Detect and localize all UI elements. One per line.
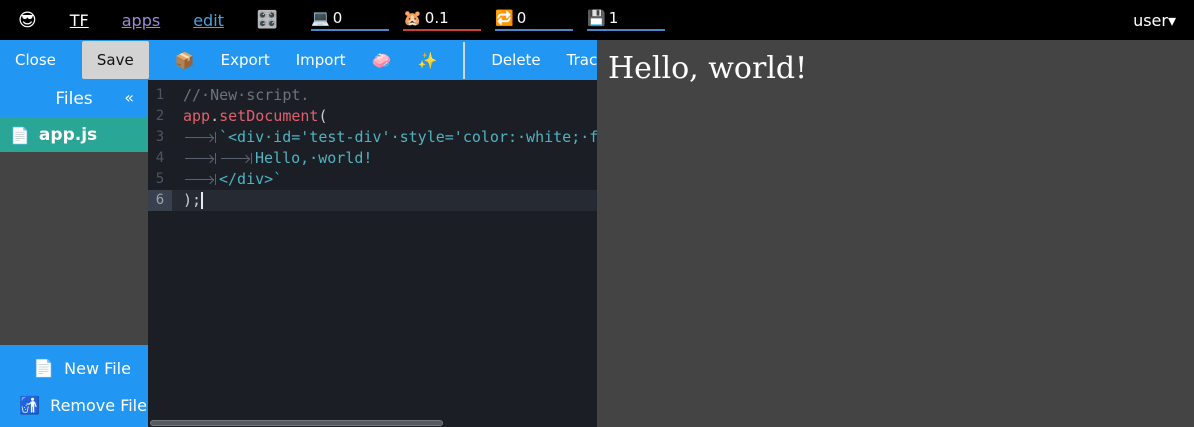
package-icon: 📦 — [175, 51, 195, 70]
code-token: //·New·script. — [183, 86, 309, 104]
remove-file-button[interactable]: 🚮 Remove File — [0, 387, 148, 424]
code-token: `<div·id='test-div'·style='color:·white;… — [219, 128, 597, 146]
collapse-sidebar-button[interactable]: « — [124, 88, 134, 107]
topbar: 😎 TF apps edit 🎛️ 💻 0 🐹 0.1 🔁 0 💾 1 user… — [0, 0, 1194, 40]
stat-floppy: 💾 1 — [587, 9, 665, 31]
stat-hamster-value: 0.1 — [425, 9, 449, 27]
stat-hamster: 🐹 0.1 — [403, 9, 481, 31]
editor-app: Close Save 📦 Export Import 🧼 ✨ Delete Tr… — [0, 40, 597, 427]
sparkles-button[interactable]: ✨ — [417, 51, 437, 70]
sidebar-empty-area — [0, 152, 148, 345]
horizontal-scrollbar[interactable] — [148, 418, 597, 427]
tab-icon — [183, 169, 219, 190]
code-token: . — [210, 107, 219, 125]
text-cursor — [201, 192, 203, 209]
editor-line[interactable]: 4 Hello,·world! — [148, 148, 597, 169]
line-number: 1 — [148, 85, 172, 106]
line-number: 3 — [148, 127, 172, 148]
soap-icon: 🧼 — [372, 51, 392, 70]
laptop-icon: 💻 — [311, 9, 330, 27]
line-number: 4 — [148, 148, 172, 169]
code-token: Hello,·world! — [255, 149, 372, 167]
status-meters: 💻 0 🐹 0.1 🔁 0 💾 1 — [311, 9, 665, 31]
repeat-icon: 🔁 — [495, 9, 514, 27]
smiley-sunglasses-icon[interactable]: 😎 — [18, 10, 37, 31]
new-file-button[interactable]: 📄 New File — [0, 350, 148, 387]
file-icon: 📄 — [10, 126, 30, 145]
files-panel: Files « 📄 app.js 📄 New File 🚮 Remove Fil… — [0, 80, 148, 427]
stat-repeat: 🔁 0 — [495, 9, 573, 31]
stat-laptop: 💻 0 — [311, 9, 389, 31]
remove-file-label: Remove File — [50, 396, 147, 415]
package-button[interactable]: 📦 — [175, 51, 195, 70]
file-actions: 📄 New File 🚮 Remove File — [0, 345, 148, 427]
files-header: Files « — [0, 80, 148, 118]
code-token: app — [183, 107, 210, 125]
editor-line[interactable]: 2 app.setDocument( — [148, 106, 597, 127]
soap-button[interactable]: 🧼 — [372, 51, 392, 70]
editor-line[interactable]: 1 //·New·script. — [148, 85, 597, 106]
editor-line-active[interactable]: 6 ); — [148, 190, 597, 211]
save-button[interactable]: Save — [82, 41, 149, 79]
preview-panel: Hello, world! — [597, 40, 1194, 427]
control-knobs-icon[interactable]: 🎛️ — [257, 10, 278, 30]
tab-icon — [183, 148, 219, 169]
line-number: 2 — [148, 106, 172, 127]
user-menu[interactable]: user▾ — [1133, 11, 1176, 30]
tab-icon — [183, 127, 219, 148]
new-file-label: New File — [64, 359, 131, 378]
blank-button[interactable] — [463, 42, 465, 79]
sparkles-icon: ✨ — [417, 51, 437, 70]
editor-line[interactable]: 3 `<div·id='test-div'·style='color:·whit… — [148, 127, 597, 148]
close-button[interactable]: Close — [15, 51, 56, 69]
hamster-icon: 🐹 — [403, 9, 422, 27]
remove-file-icon: 🚮 — [19, 396, 40, 416]
nav-link-apps[interactable]: apps — [122, 11, 160, 30]
stat-floppy-value: 1 — [609, 9, 619, 27]
toolbar: Close Save 📦 Export Import 🧼 ✨ Delete Tr… — [0, 40, 597, 80]
tab-icon — [219, 148, 255, 169]
code-editor[interactable]: 1 //·New·script. 2 app.setDocument( 3 `<… — [148, 80, 597, 427]
code-token: ( — [318, 107, 327, 125]
files-title: Files — [55, 89, 92, 109]
new-file-icon: 📄 — [33, 359, 54, 379]
line-number: 6 — [148, 190, 172, 211]
preview-text: Hello, world! — [608, 51, 1194, 86]
code-token: ); — [183, 191, 201, 209]
stat-repeat-value: 0 — [517, 9, 527, 27]
code-token: </div>` — [219, 170, 282, 188]
file-item-appjs[interactable]: 📄 app.js — [0, 118, 148, 152]
nav-link-edit[interactable]: edit — [193, 11, 224, 30]
file-name: app.js — [39, 125, 97, 145]
stat-laptop-value: 0 — [333, 9, 343, 27]
floppy-disk-icon: 💾 — [587, 9, 606, 27]
code-token: setDocument — [219, 107, 318, 125]
import-button[interactable]: Import — [296, 51, 346, 69]
nav-link-tf[interactable]: TF — [70, 11, 89, 30]
delete-button[interactable]: Delete — [491, 51, 540, 69]
editor-line[interactable]: 5 </div>` — [148, 169, 597, 190]
line-number: 5 — [148, 169, 172, 190]
scrollbar-thumb[interactable] — [150, 420, 443, 426]
export-button[interactable]: Export — [221, 51, 270, 69]
